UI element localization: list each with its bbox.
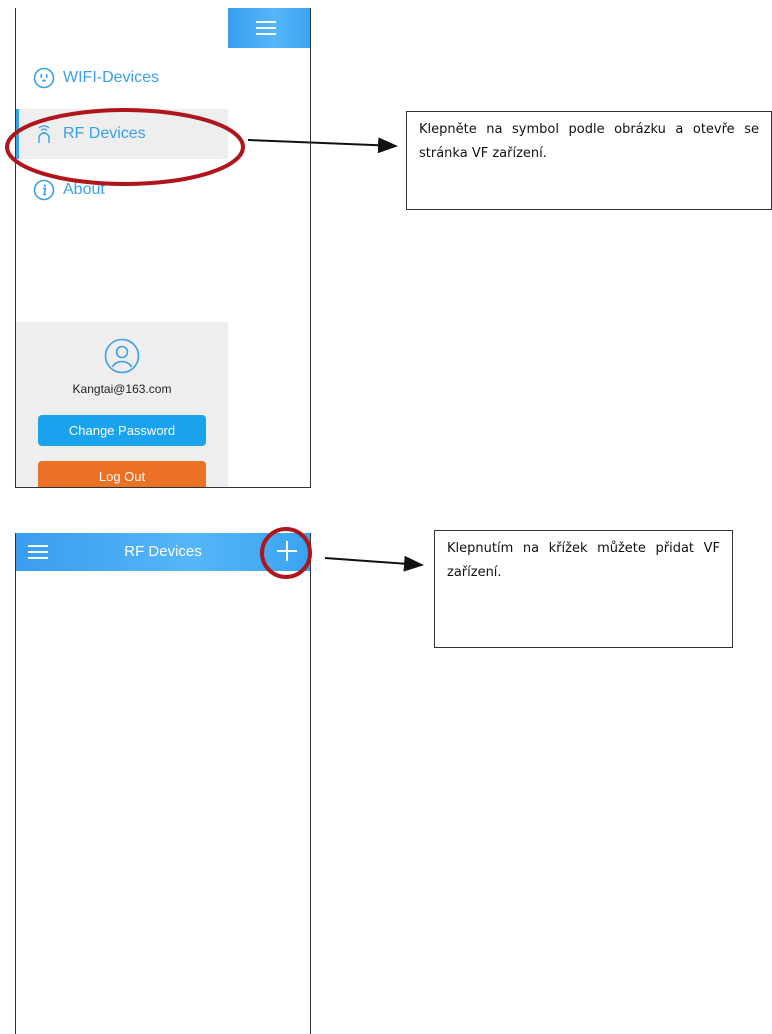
arrow-to-callout-2 <box>324 555 424 572</box>
annotation-overlay <box>5 108 424 579</box>
arrow-to-callout-1 <box>247 137 398 154</box>
highlight-circle-add <box>260 527 312 579</box>
highlight-ellipse-rf-devices <box>5 108 245 186</box>
